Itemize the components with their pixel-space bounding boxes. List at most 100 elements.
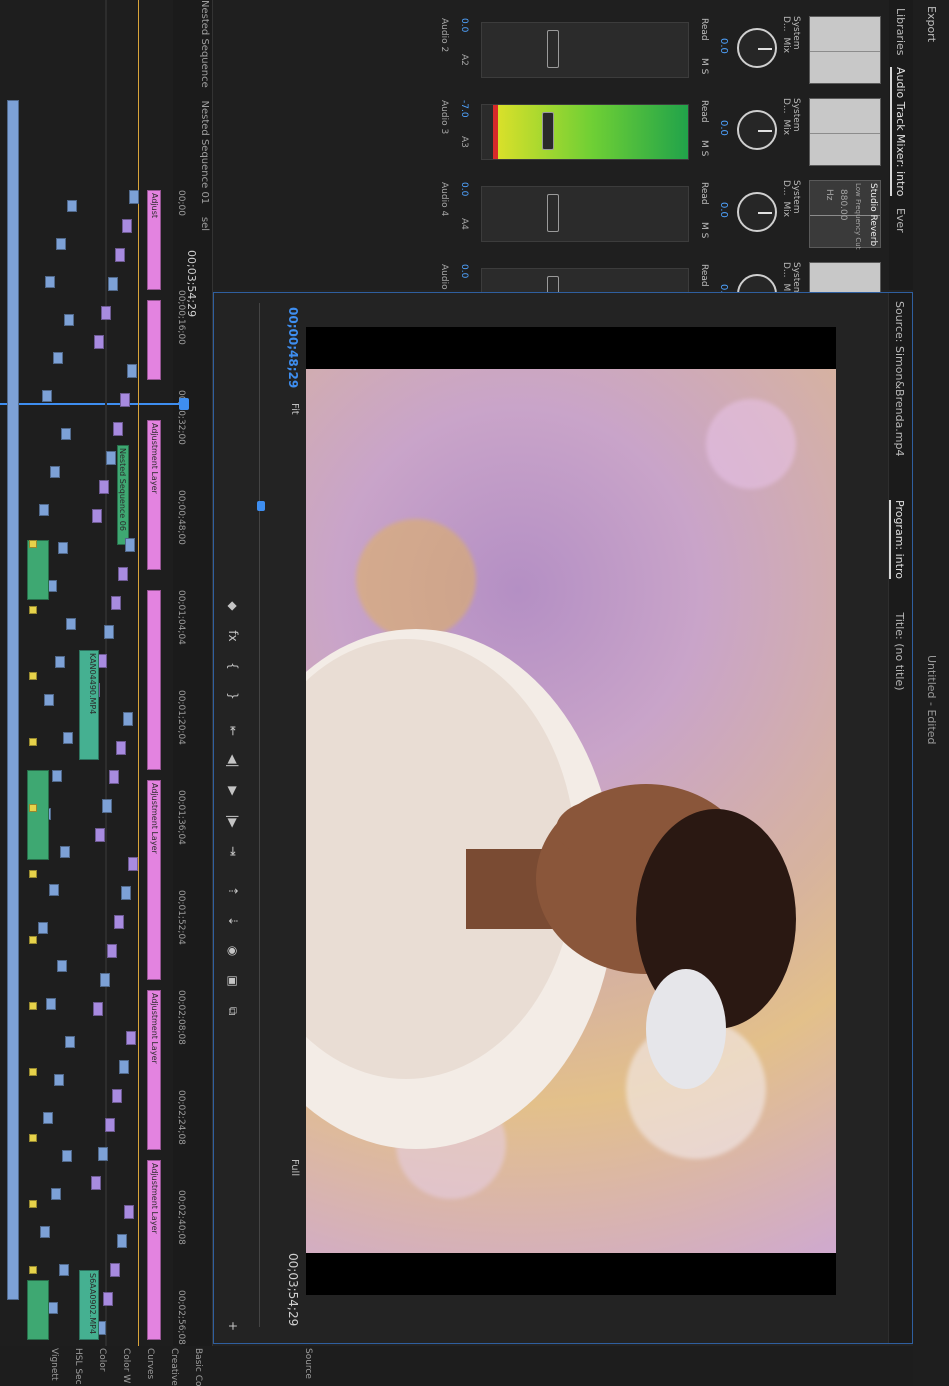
effect-parameter-value[interactable]: 880.00 bbox=[838, 189, 848, 221]
lumetri-tab[interactable]: Vignett bbox=[49, 1348, 59, 1384]
automation-mode[interactable]: Read bbox=[699, 182, 709, 205]
volume-value[interactable]: -7.0 bbox=[459, 100, 469, 118]
timeline-clip[interactable] bbox=[29, 1068, 37, 1076]
timeline-clip[interactable] bbox=[147, 590, 161, 770]
timeline-clip[interactable] bbox=[51, 1188, 61, 1200]
volume-value[interactable]: 0.0 bbox=[459, 18, 469, 32]
tab-libraries[interactable]: Libraries bbox=[894, 8, 907, 56]
volume-fader[interactable] bbox=[542, 112, 554, 150]
timeline-clip[interactable]: Adjust bbox=[147, 190, 161, 290]
export-tab[interactable]: Export bbox=[925, 6, 938, 42]
tab-sel[interactable]: sel bbox=[199, 217, 210, 231]
tab-nested-sequence[interactable]: Nested Sequence bbox=[199, 0, 210, 88]
timeline-clip[interactable] bbox=[102, 799, 112, 813]
timeline-clip[interactable] bbox=[65, 1036, 75, 1048]
timeline-clip[interactable] bbox=[29, 870, 37, 878]
timeline-clip[interactable] bbox=[91, 1176, 101, 1190]
timeline-clip[interactable] bbox=[44, 694, 54, 706]
add-marker-button[interactable]: ◆ bbox=[222, 593, 244, 619]
timeline-clip[interactable] bbox=[29, 606, 37, 614]
fx-button[interactable]: fx bbox=[222, 623, 244, 649]
timeline-clip[interactable] bbox=[57, 960, 67, 972]
lumetri-tab[interactable]: Curves bbox=[145, 1348, 155, 1384]
lumetri-tab[interactable]: Creative bbox=[169, 1348, 179, 1386]
mute-solo-buttons[interactable]: M S bbox=[699, 58, 709, 74]
timeline-clip[interactable]: Adjustment Layer bbox=[147, 1160, 161, 1340]
timeline-clip[interactable] bbox=[112, 1089, 122, 1103]
timeline-clip[interactable] bbox=[29, 672, 37, 680]
timeline-clip[interactable] bbox=[118, 567, 128, 581]
timeline-clip[interactable] bbox=[27, 540, 49, 600]
timeline-clip[interactable] bbox=[56, 238, 66, 250]
tab-nested-sequence-01[interactable]: Nested Sequence 01 bbox=[199, 101, 210, 205]
timeline-clip[interactable] bbox=[99, 480, 109, 494]
timeline-clip[interactable] bbox=[49, 884, 59, 896]
timeline-clip[interactable] bbox=[122, 219, 132, 233]
timeline-clip[interactable] bbox=[107, 944, 117, 958]
timeline-clip[interactable] bbox=[108, 277, 118, 291]
timeline-clip[interactable]: KAN04490.MP4 bbox=[79, 650, 99, 760]
timeline-clip[interactable] bbox=[43, 1112, 53, 1124]
timeline-clip[interactable] bbox=[67, 200, 77, 212]
lumetri-tab[interactable]: Color W bbox=[121, 1348, 131, 1384]
timeline-clip[interactable] bbox=[114, 915, 124, 929]
lumetri-tab[interactable]: Basic Co bbox=[193, 1348, 203, 1386]
effect-insert-slot[interactable]: Studio Reverb Low Frequency Cut 880.00 Hz bbox=[809, 180, 881, 249]
pan-knob[interactable] bbox=[737, 110, 777, 150]
time-ruler[interactable]: 00;00 00;00;16;00 00;00;32;00 00;00;48;00 00… bbox=[172, 0, 186, 1346]
timeline-clip[interactable] bbox=[126, 1031, 136, 1045]
mark-in-button[interactable]: { bbox=[222, 653, 244, 679]
timeline-clip[interactable] bbox=[45, 276, 55, 288]
timeline-clip[interactable] bbox=[42, 390, 52, 402]
timeline-clip[interactable] bbox=[109, 770, 119, 784]
automation-mode[interactable]: Read bbox=[699, 100, 709, 123]
pan-value[interactable]: 0.0 bbox=[718, 38, 729, 54]
timeline-clip[interactable] bbox=[105, 1118, 115, 1132]
timeline-clip[interactable] bbox=[29, 804, 37, 812]
timeline-clip[interactable] bbox=[38, 922, 48, 934]
volume-value[interactable]: 0.0 bbox=[459, 264, 469, 278]
pan-knob[interactable] bbox=[737, 192, 777, 232]
timeline-clip[interactable] bbox=[48, 1302, 58, 1314]
timeline-clip[interactable]: S6AA0902.MP4 bbox=[79, 1270, 99, 1340]
volume-value[interactable]: 0.0 bbox=[459, 182, 469, 196]
tab-ever[interactable]: Ever bbox=[894, 208, 907, 233]
timeline-clip[interactable] bbox=[46, 998, 56, 1010]
timeline-clip[interactable] bbox=[104, 625, 114, 639]
pan-value[interactable]: 0.0 bbox=[718, 120, 729, 136]
track-area[interactable]: Adjust Adjustment Layer Adjustment Layer Ad… bbox=[0, 0, 169, 1346]
zoom-fit-dropdown[interactable]: Fit bbox=[289, 403, 300, 415]
playback-resolution-dropdown[interactable]: Full bbox=[289, 1159, 300, 1176]
pan-knob[interactable] bbox=[737, 28, 777, 68]
timeline-clip[interactable] bbox=[29, 936, 37, 944]
tab-audio-track-mixer[interactable]: Audio Track Mixer: intro bbox=[890, 67, 907, 197]
pan-value[interactable]: 0.0 bbox=[718, 202, 729, 218]
mute-solo-buttons[interactable]: M S bbox=[699, 222, 709, 238]
lift-button[interactable]: ⇡ bbox=[222, 878, 244, 904]
timeline-clip[interactable] bbox=[95, 828, 105, 842]
tab-program[interactable]: Program: intro bbox=[889, 500, 906, 579]
timeline-clip[interactable] bbox=[92, 509, 102, 523]
video-frame[interactable] bbox=[306, 327, 836, 1295]
timeline-clip[interactable] bbox=[124, 1205, 134, 1219]
timeline-clip[interactable] bbox=[29, 1200, 37, 1208]
timeline-clip[interactable] bbox=[100, 973, 110, 987]
timeline-clip[interactable] bbox=[59, 1264, 69, 1276]
timeline-clip[interactable] bbox=[129, 190, 139, 204]
go-to-out-button[interactable]: ⇥ bbox=[222, 838, 244, 864]
automation-mode[interactable]: Read bbox=[699, 264, 709, 287]
volume-fader[interactable] bbox=[547, 30, 559, 68]
effect-insert-slot[interactable] bbox=[809, 98, 881, 166]
timeline-clip[interactable] bbox=[27, 1280, 49, 1340]
effect-name[interactable]: Studio Reverb bbox=[868, 183, 878, 246]
play-button[interactable]: ▶ bbox=[222, 778, 244, 804]
timeline-clip[interactable] bbox=[53, 352, 63, 364]
timeline-clip[interactable] bbox=[120, 393, 130, 407]
scrubber-playhead[interactable] bbox=[257, 501, 265, 511]
timeline-clip[interactable] bbox=[111, 596, 121, 610]
timeline-timecode[interactable]: 00;03;54;29 bbox=[185, 250, 198, 317]
timeline-clip[interactable] bbox=[147, 300, 161, 380]
timeline-clip[interactable] bbox=[58, 542, 68, 554]
timeline-clip[interactable] bbox=[116, 741, 126, 755]
timeline-clip[interactable] bbox=[64, 314, 74, 326]
